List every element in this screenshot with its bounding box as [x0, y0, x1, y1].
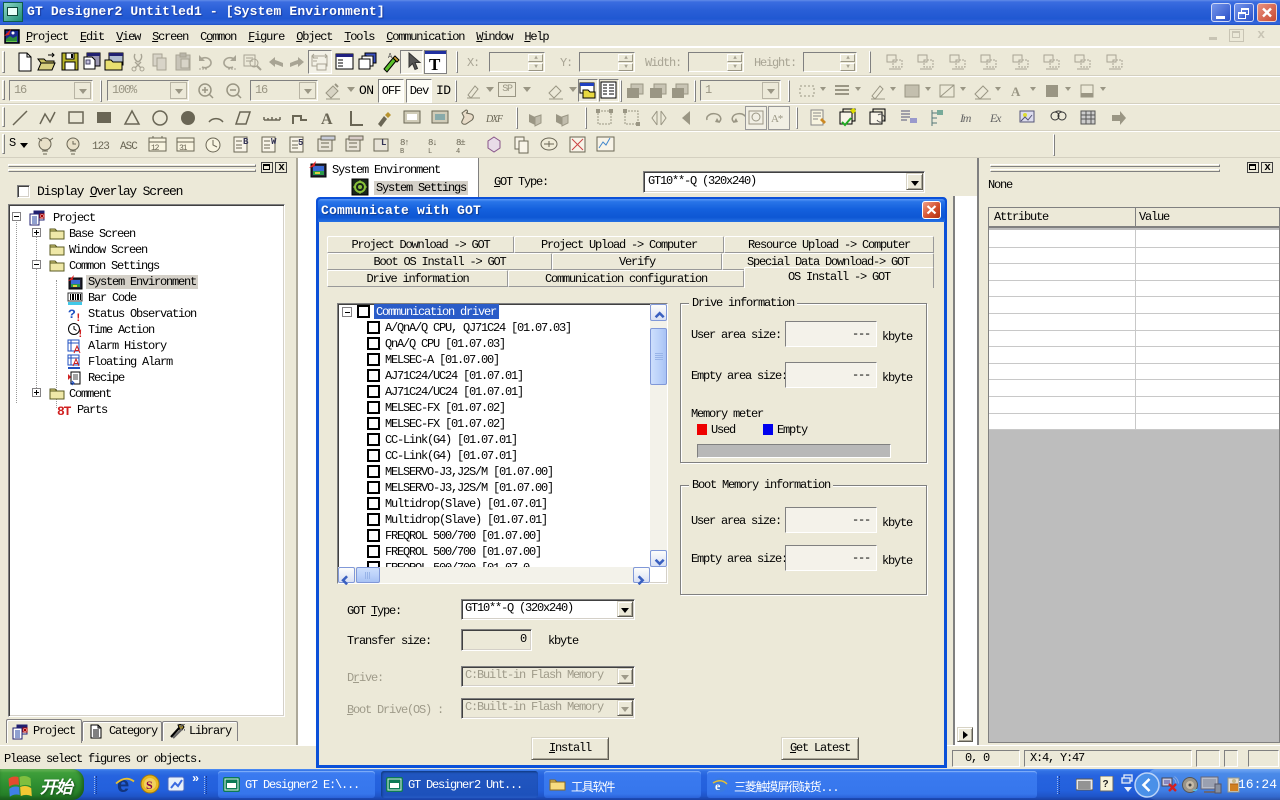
svg-text:123: 123 — [92, 141, 109, 153]
svg-text:e: e — [117, 773, 129, 795]
svg-text:4: 4 — [456, 148, 460, 156]
svg-text:B: B — [400, 148, 404, 156]
svg-text:A*: A* — [771, 113, 783, 125]
svg-text:8T: 8T — [57, 404, 72, 418]
svg-text:L: L — [428, 148, 432, 156]
svg-text:8↓: 8↓ — [428, 138, 436, 148]
svg-text:A: A — [321, 111, 333, 128]
svg-text:!: ! — [77, 329, 82, 338]
svg-text:!: ! — [75, 313, 80, 322]
svg-text:T: T — [429, 55, 441, 73]
svg-text:8↑: 8↑ — [400, 138, 408, 148]
svg-text:A: A — [1011, 84, 1021, 99]
svg-text:B: B — [243, 137, 249, 147]
svg-text:W: W — [271, 137, 277, 147]
svg-text:Ex: Ex — [989, 111, 1002, 125]
svg-text:DXF: DXF — [485, 114, 504, 125]
svg-text:ASC: ASC — [120, 141, 138, 153]
svg-text:Im: Im — [959, 111, 972, 125]
svg-text:8±: 8± — [456, 138, 465, 148]
